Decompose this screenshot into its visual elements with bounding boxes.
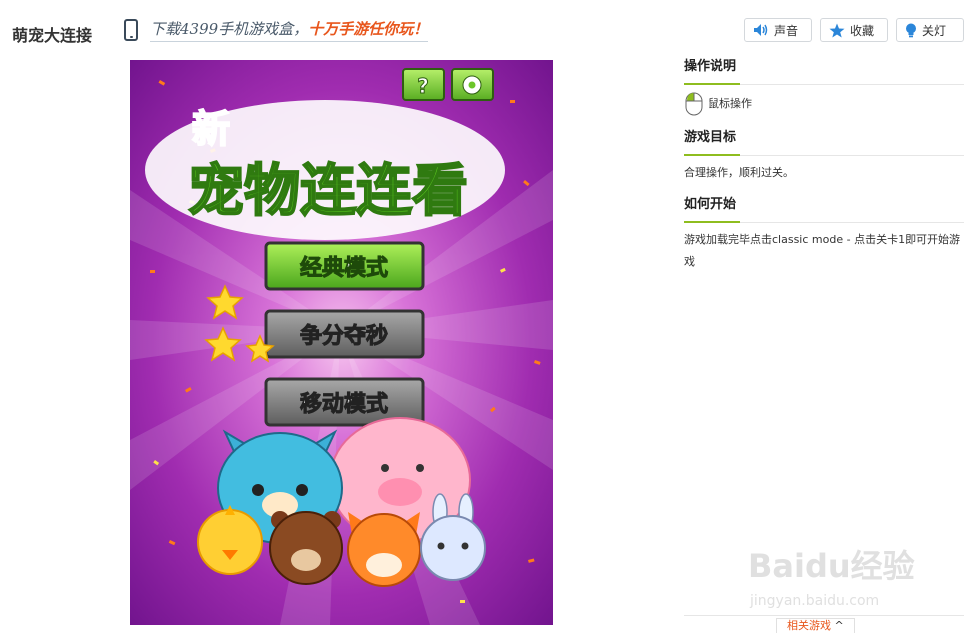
time-attack-button[interactable]: 争分夺秒 — [264, 309, 425, 359]
goal-title: 游戏目标 — [684, 129, 964, 156]
start-title: 如何开始 — [684, 196, 964, 223]
start-text: 游戏加载完毕点击classic mode - 点击关卡1即可开始游戏 — [684, 233, 961, 268]
lights-label: 关灯 — [922, 23, 947, 38]
speaker-icon — [754, 24, 768, 36]
gear-icon — [462, 75, 482, 95]
lights-off-button[interactable]: 关灯 — [896, 18, 964, 42]
phone-icon — [124, 19, 138, 41]
favorite-button[interactable]: 收藏 — [820, 18, 888, 42]
goal-text: 合理操作，顺利过关。 — [684, 166, 794, 179]
bulb-icon — [906, 23, 916, 37]
promo-text[interactable]: 下载4399手机游戏盒，十万手游任你玩！ — [150, 18, 429, 42]
mouse-icon — [685, 92, 703, 116]
help-button[interactable]: ? — [402, 68, 445, 101]
baidu-watermark: Baidu经验 jingyan.baidu.com — [748, 525, 948, 615]
related-games-tab[interactable]: 相关游戏 ^ — [776, 618, 855, 633]
promo-prefix: 下载4399手机游戏盒， — [150, 20, 309, 38]
sound-label: 声音 — [774, 23, 799, 38]
chevron-up-icon: ^ — [834, 619, 844, 632]
logo-small-text: 新 — [192, 107, 230, 151]
sound-button[interactable]: 声音 — [744, 18, 812, 42]
help-icon: ? — [417, 74, 429, 98]
time-attack-label: 争分夺秒 — [300, 323, 388, 349]
game-canvas[interactable]: 新 宠物连连看 ? 经典模式 争分夺秒 移动模式 — [130, 60, 553, 625]
related-games-bar: 相关游戏 ^ — [684, 615, 964, 633]
moving-mode-label: 移动模式 — [300, 391, 388, 417]
classic-mode-label: 经典模式 — [300, 255, 388, 281]
game-title: 萌宠大连接 — [12, 26, 93, 45]
settings-button[interactable] — [451, 68, 494, 101]
ops-mouse-row: 鼠标操作 — [684, 91, 964, 117]
watermark-brand: Baidu经验 — [748, 547, 915, 585]
promo-highlight: 十万手游任你玩！ — [308, 20, 429, 38]
ops-title: 操作说明 — [684, 58, 964, 85]
ops-mouse-label: 鼠标操作 — [708, 97, 752, 110]
game-info-sidebar: 操作说明 鼠标操作 游戏目标 合理操作，顺利过关。 如何开始 游戏加载完毕点击c… — [684, 58, 964, 285]
star-icon — [829, 23, 845, 37]
classic-mode-button[interactable]: 经典模式 — [264, 241, 425, 291]
fox-character — [347, 512, 421, 587]
promo-banner[interactable]: 下载4399手机游戏盒，十万手游任你玩！ — [124, 18, 429, 42]
watermark-url: jingyan.baidu.com — [749, 593, 879, 609]
logo-main-text: 宠物连连看 — [188, 159, 468, 224]
favorite-label: 收藏 — [850, 23, 875, 38]
related-games-label: 相关游戏 — [787, 619, 831, 632]
bear-character — [269, 511, 343, 585]
